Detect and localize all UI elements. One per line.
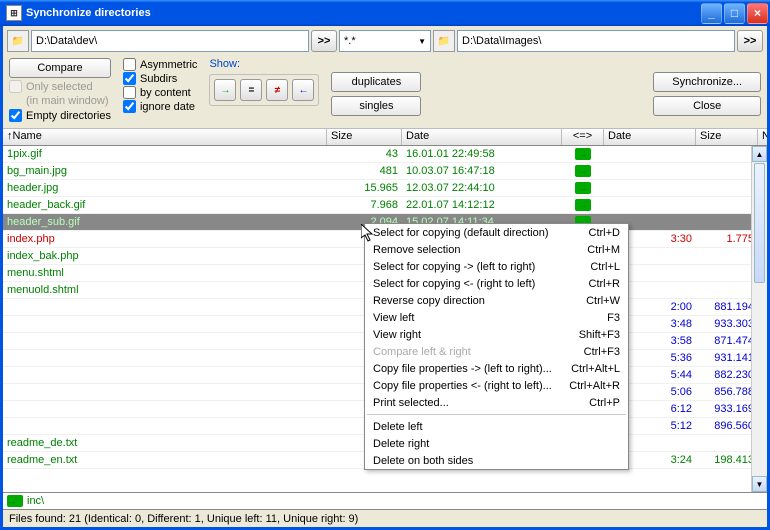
arrow-right-icon: → — [575, 199, 591, 211]
compare-button[interactable]: Compare — [9, 58, 111, 78]
titlebar: ⊞ Synchronize directories _ □ × — [0, 0, 770, 26]
right-path-input[interactable] — [457, 30, 735, 52]
singles-button[interactable]: singles — [331, 96, 421, 116]
synchronize-button[interactable]: Synchronize... — [653, 72, 761, 92]
col-compare[interactable]: <=> — [562, 129, 604, 145]
filter-combo[interactable]: *.* ▼ — [339, 30, 431, 52]
menu-item[interactable]: Delete on both sides — [365, 452, 628, 469]
arrow-right-icon: → — [575, 148, 591, 160]
scroll-down-button[interactable]: ▼ — [752, 476, 767, 492]
ignoredate-check[interactable]: ignore date — [123, 100, 197, 113]
asymmetric-check[interactable]: Asymmetric — [123, 58, 197, 71]
menu-item: Compare left & rightCtrl+F3 — [365, 343, 628, 360]
table-row[interactable]: header_back.gif7.96822.01.07 14:12:12→ — [3, 197, 767, 214]
menu-item[interactable]: Copy file properties <- (right to left).… — [365, 377, 628, 394]
col-name-left[interactable]: ↑Name — [3, 129, 327, 145]
table-row[interactable]: 1pix.gif4316.01.01 22:49:58→ — [3, 146, 767, 163]
show-right-arrow-icon[interactable]: → — [214, 79, 236, 101]
show-notequal-icon[interactable]: ≠ — [266, 79, 288, 101]
only-selected-note: (in main window) — [26, 95, 111, 107]
right-updir-button[interactable]: 📁 — [433, 30, 455, 52]
path-row: 📁 >> *.* ▼ 📁 >> — [3, 26, 767, 56]
menu-item[interactable]: Reverse copy directionCtrl+W — [365, 292, 628, 309]
menu-item[interactable]: View leftF3 — [365, 309, 628, 326]
show-button-group: → = ≠ ← — [209, 74, 319, 106]
menu-item[interactable]: Select for copying <- (right to left)Ctr… — [365, 275, 628, 292]
column-headers: ↑Name Size Date <=> Date Size Name — [3, 128, 767, 146]
menu-item[interactable]: Print selected...Ctrl+P — [365, 394, 628, 411]
chevron-down-icon: ▼ — [418, 37, 426, 46]
left-go-button[interactable]: >> — [311, 30, 337, 52]
minimize-button[interactable]: _ — [701, 3, 722, 24]
arrow-right-icon: → — [7, 495, 23, 507]
left-path-input[interactable] — [31, 30, 309, 52]
empty-dirs-check[interactable]: Empty directories — [9, 109, 111, 122]
menu-item[interactable]: Select for copying (default direction)Ct… — [365, 224, 628, 241]
arrow-right-icon: → — [575, 165, 591, 177]
menu-item[interactable]: Copy file properties -> (left to right).… — [365, 360, 628, 377]
col-size-left[interactable]: Size — [327, 129, 402, 145]
folder-name: inc\ — [27, 495, 44, 507]
bycontent-check[interactable]: by content — [123, 86, 197, 99]
arrow-right-icon: → — [575, 182, 591, 194]
status-text: Files found: 21 (Identical: 0, Different… — [9, 513, 358, 525]
table-row[interactable]: bg_main.jpg48110.03.07 16:47:18→ — [3, 163, 767, 180]
subdirs-check[interactable]: Subdirs — [123, 72, 197, 85]
close-button[interactable]: Close — [653, 96, 761, 116]
window-title: Synchronize directories — [26, 7, 151, 19]
only-selected-check: Only selected — [9, 80, 111, 93]
maximize-button[interactable]: □ — [724, 3, 745, 24]
context-menu: Select for copying (default direction)Ct… — [364, 223, 629, 470]
close-window-button[interactable]: × — [747, 3, 768, 24]
col-size-right[interactable]: Size — [696, 129, 758, 145]
col-date-left[interactable]: Date — [402, 129, 562, 145]
show-label: Show: — [209, 58, 319, 70]
scroll-up-button[interactable]: ▲ — [752, 146, 767, 162]
show-equal-icon[interactable]: = — [240, 79, 262, 101]
table-row[interactable]: header.jpg15.96512.03.07 22:44:10→ — [3, 180, 767, 197]
menu-item[interactable]: Select for copying -> (left to right)Ctr… — [365, 258, 628, 275]
scrollbar[interactable]: ▲ ▼ — [751, 146, 767, 492]
menu-item[interactable]: View rightShift+F3 — [365, 326, 628, 343]
folder-row[interactable]: → inc\ — [3, 492, 767, 509]
duplicates-button[interactable]: duplicates — [331, 72, 421, 92]
show-left-arrow-icon[interactable]: ← — [292, 79, 314, 101]
toolbar: Compare Only selected (in main window) E… — [3, 56, 767, 128]
app-icon: ⊞ — [6, 5, 22, 21]
status-bar: Files found: 21 (Identical: 0, Different… — [3, 509, 767, 527]
col-date-right[interactable]: Date — [604, 129, 696, 145]
menu-item[interactable]: Delete left — [365, 418, 628, 435]
scroll-thumb[interactable] — [754, 163, 765, 283]
right-go-button[interactable]: >> — [737, 30, 763, 52]
col-name-right[interactable]: Name — [758, 129, 767, 145]
menu-item[interactable]: Delete right — [365, 435, 628, 452]
filter-value: *.* — [344, 35, 356, 47]
left-updir-button[interactable]: 📁 — [7, 30, 29, 52]
menu-item[interactable]: Remove selectionCtrl+M — [365, 241, 628, 258]
